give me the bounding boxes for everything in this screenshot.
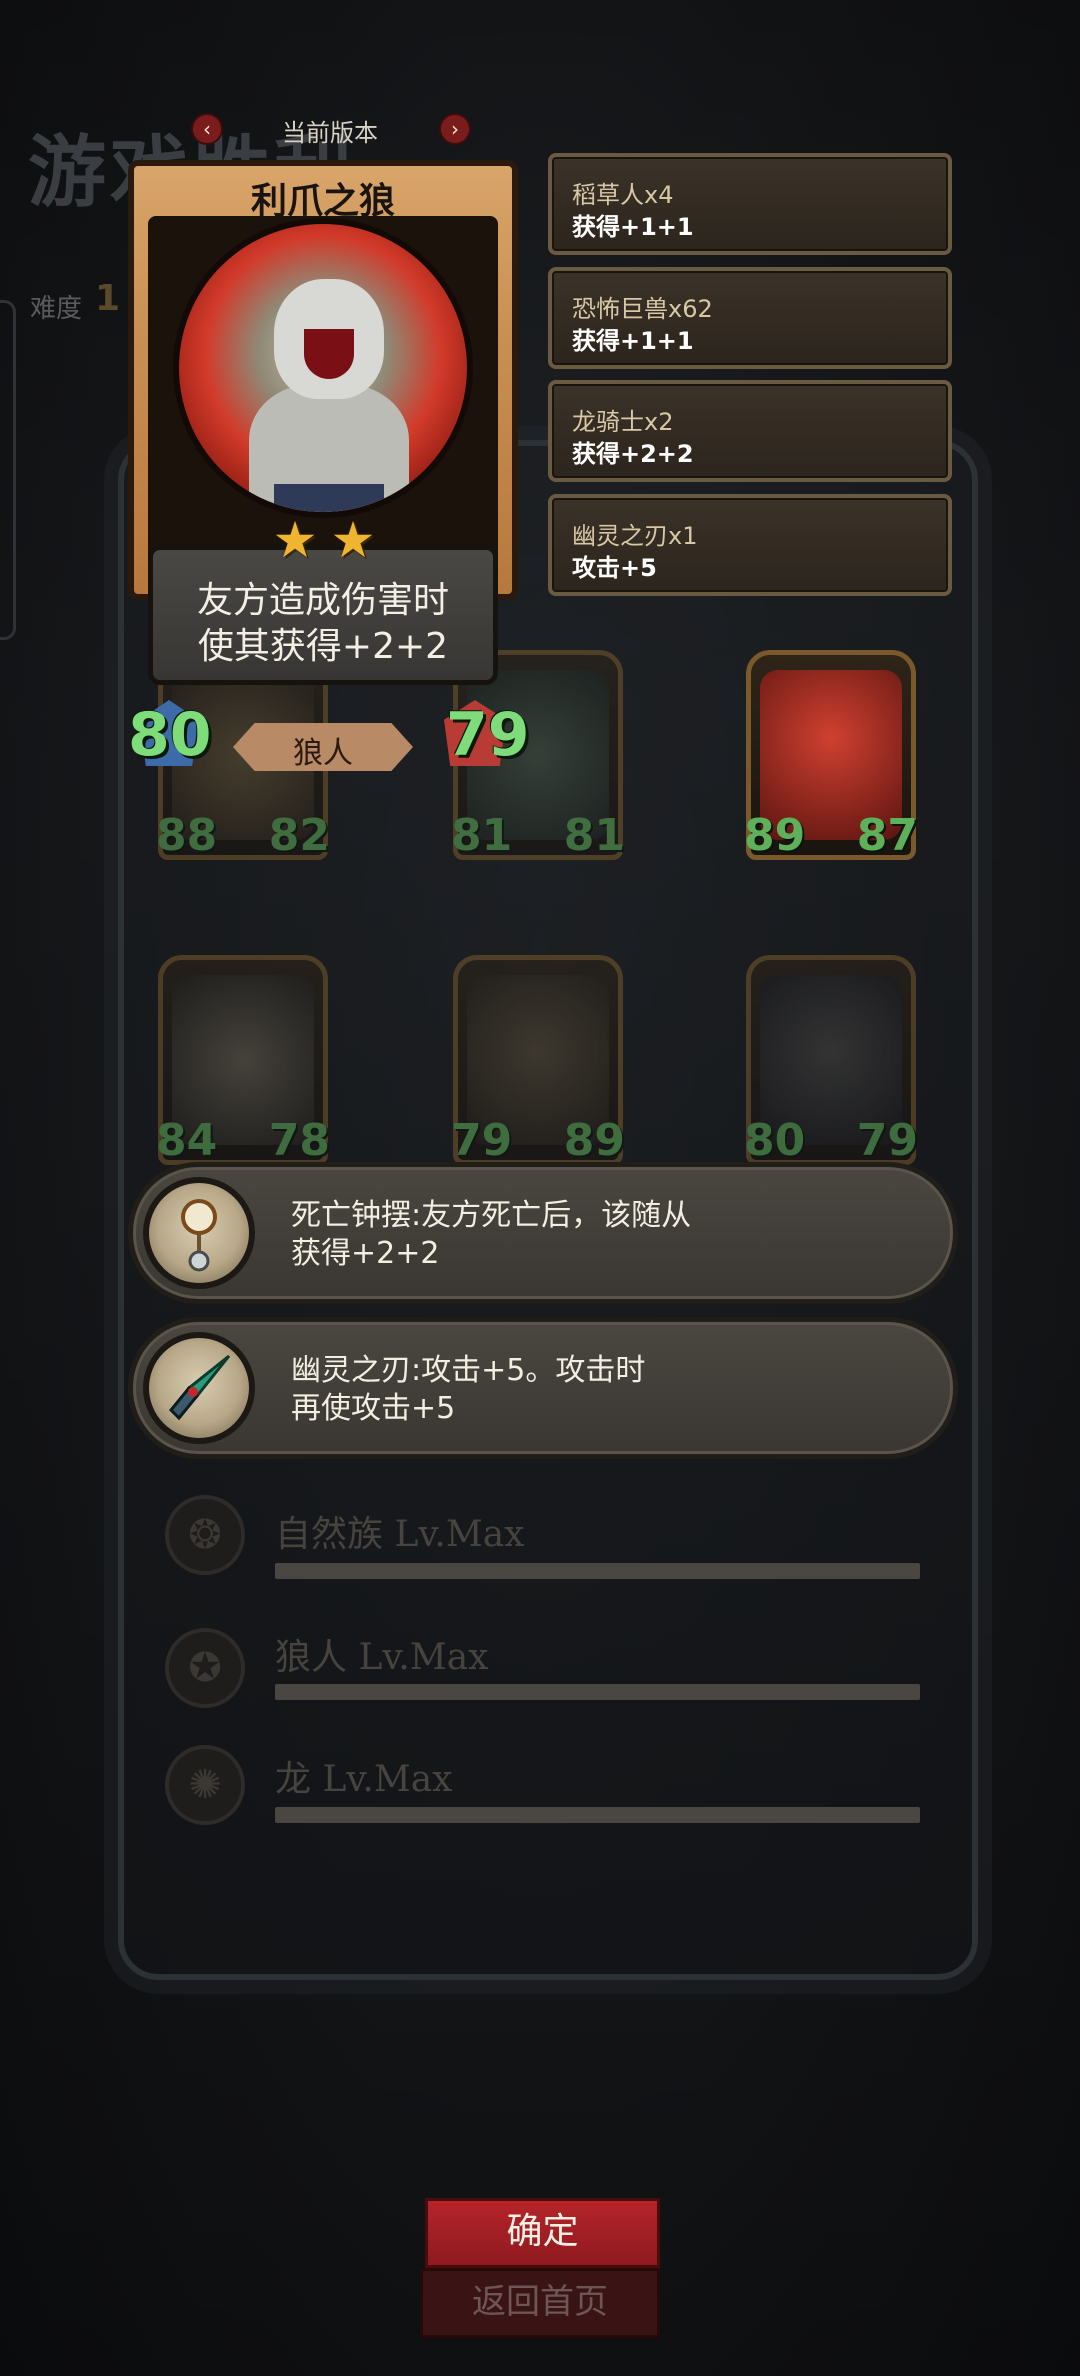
difficulty-label: 难度 (30, 294, 83, 324)
tribe-progress-bar (275, 1807, 920, 1823)
tribe-name: 自然族 Lv.Max (275, 1514, 525, 1555)
wolf-mouth (304, 329, 354, 379)
version-next-button[interactable]: › (439, 113, 471, 145)
effect-title: 幽灵之刃x1 (572, 522, 698, 550)
effect-item: 稻草人x4 获得+1+1 (548, 153, 952, 255)
version-prev-button[interactable]: ‹ (191, 113, 223, 145)
effect-title: 龙骑士x2 (572, 408, 674, 436)
minion-attack: 81 (451, 810, 513, 861)
relic-row[interactable]: 死亡钟摆:友方死亡后，该随从 获得+2+2 (128, 1162, 958, 1304)
featured-card[interactable]: 利爪之狼 ★ ★ 友方造成伤害时 使其获得+2+2 80 79 狼人 (128, 160, 530, 771)
relic-text: 死亡钟摆:友方死亡后，该随从 获得+2+2 (291, 1197, 931, 1273)
effect-value: 攻击+5 (572, 554, 657, 582)
tribe-name: 狼人 Lv.Max (275, 1637, 489, 1678)
card-tribe: 狼人 (293, 736, 353, 771)
card-description-line1: 友方造成伤害时 (196, 580, 449, 621)
relic-line1: 幽灵之刃:攻击+5。攻击时 (291, 1353, 646, 1388)
minion-attack: 84 (156, 1115, 218, 1166)
minion-card[interactable]: 80 79 (738, 955, 924, 1175)
confirm-button[interactable]: 确定 (425, 2198, 660, 2268)
relic-text: 幽灵之刃:攻击+5。攻击时 再使攻击+5 (291, 1352, 931, 1428)
minion-attack: 88 (156, 810, 218, 861)
card-attack: 80 (128, 700, 212, 770)
card-description: 友方造成伤害时 使其获得+2+2 (156, 578, 490, 670)
werewolf-tribe-icon: ✪ (165, 1628, 245, 1708)
werewolf-portrait (173, 218, 473, 518)
effect-value: 获得+1+1 (572, 213, 694, 241)
minion-attack: 79 (451, 1115, 513, 1166)
relic-line1: 死亡钟摆:友方死亡后，该随从 (291, 1198, 692, 1233)
relic-line2: 获得+2+2 (291, 1236, 440, 1271)
dragon-tribe-icon: ✺ (165, 1745, 245, 1825)
effect-item: 幽灵之刃x1 攻击+5 (548, 494, 952, 596)
minion-card[interactable]: 84 78 (150, 955, 336, 1175)
relic-row[interactable]: 幽灵之刃:攻击+5。攻击时 再使攻击+5 (128, 1317, 958, 1459)
minion-attack: 80 (744, 1115, 806, 1166)
tribe-progress-bar (275, 1684, 920, 1700)
card-health: 79 (446, 700, 530, 770)
tribe-name: 龙 Lv.Max (275, 1759, 453, 1800)
side-handle (0, 300, 16, 640)
tribe-progress-bar (275, 1563, 920, 1579)
minion-health: 89 (563, 1115, 625, 1166)
card-description-line2: 使其获得+2+2 (197, 626, 449, 667)
difficulty-value: 1 (95, 278, 121, 319)
effect-title: 稻草人x4 (572, 181, 674, 209)
minion-health: 87 (856, 810, 918, 861)
card-name: 利爪之狼 (250, 181, 395, 222)
effect-value: 获得+1+1 (572, 327, 694, 355)
effect-title: 恐怖巨兽x62 (572, 295, 713, 323)
minion-health: 81 (563, 810, 625, 861)
star-icon: ★ (330, 511, 376, 569)
pendulum-icon (143, 1177, 255, 1289)
relic-line2: 再使攻击+5 (291, 1391, 456, 1426)
star-icon: ★ (272, 511, 318, 569)
nature-tribe-icon: ❂ (165, 1495, 245, 1575)
ghost-blade-icon (143, 1332, 255, 1444)
minion-health: 78 (268, 1115, 330, 1166)
minion-attack: 89 (744, 810, 806, 861)
effect-item: 龙骑士x2 获得+2+2 (548, 380, 952, 482)
minion-health: 79 (856, 1115, 918, 1166)
effect-value: 获得+2+2 (572, 440, 694, 468)
minion-health: 82 (268, 810, 330, 861)
return-home-button[interactable]: 返回首页 (420, 2268, 660, 2338)
minion-card[interactable]: 79 89 (445, 955, 631, 1175)
effect-item: 恐怖巨兽x62 获得+1+1 (548, 267, 952, 369)
minion-card[interactable]: 89 87 (738, 650, 924, 870)
